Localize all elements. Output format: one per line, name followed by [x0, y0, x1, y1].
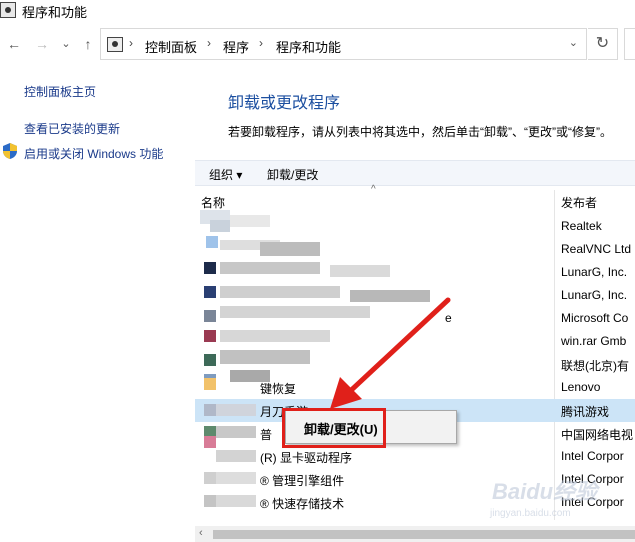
column-name[interactable]: 名称 — [201, 194, 225, 211]
program-publisher: Realtek — [561, 219, 602, 233]
forward-icon[interactable]: → — [34, 36, 50, 52]
program-publisher: win.rar Gmb — [561, 334, 627, 348]
program-publisher: LunarG, Inc. — [561, 265, 628, 279]
refresh-button[interactable]: ↻ — [588, 28, 618, 60]
watermark-text: Baidu经验 — [492, 479, 598, 504]
sort-ascending-icon: ^ — [371, 184, 376, 195]
control-panel-icon — [0, 2, 16, 18]
address-bar[interactable]: › 控制面板 › 程序 › 程序和功能 ⌄ — [100, 28, 587, 60]
breadcrumb-programs[interactable]: 程序 — [223, 37, 249, 56]
scrollbar-thumb[interactable] — [213, 530, 635, 539]
program-publisher: 腾讯游戏 — [561, 405, 610, 419]
breadcrumb-programs-features[interactable]: 程序和功能 — [276, 37, 341, 56]
program-publisher: LunarG, Inc. — [561, 288, 628, 302]
watermark-logo: Baidu经验 jingyan.baidu.com — [470, 470, 630, 530]
column-publisher[interactable]: 发布者 — [561, 194, 597, 211]
sidebar-item-control-panel-home[interactable]: 控制面板主页 — [24, 83, 96, 100]
program-publisher: RealVNC Ltd — [561, 242, 632, 256]
sidebar-item-windows-features[interactable]: 启用或关闭 Windows 功能 — [24, 145, 163, 162]
breadcrumb-separator: › — [207, 36, 211, 50]
breadcrumb-separator: › — [259, 36, 263, 50]
program-publisher: 联想(北京)有 — [561, 359, 629, 373]
back-icon[interactable]: ← — [6, 36, 22, 52]
organize-button[interactable]: 组织 ▾ — [209, 166, 242, 183]
shield-icon — [3, 143, 17, 159]
program-publisher: 中国网络电视 — [561, 428, 634, 442]
navigation-bar: ← → ⌄ ↑ › 控制面板 › 程序 › 程序和功能 ⌄ ↻ — [0, 28, 635, 62]
title-bar: 程序和功能 — [0, 0, 635, 22]
uninstall-change-button[interactable]: 卸载/更改 — [267, 166, 318, 183]
scroll-left-icon[interactable]: ‹ — [199, 527, 203, 539]
sidebar-item-installed-updates[interactable]: 查看已安装的更新 — [24, 120, 120, 137]
history-dropdown-icon[interactable]: ⌄ — [58, 36, 74, 52]
program-publisher: Intel Corpor — [561, 449, 624, 463]
up-icon[interactable]: ↑ — [80, 36, 96, 52]
toolbar: 组织 ▾ 卸载/更改 — [195, 160, 635, 186]
address-dropdown-icon[interactable]: ⌄ — [569, 36, 578, 49]
breadcrumb-separator: › — [129, 36, 133, 50]
annotation-arrow-icon — [330, 297, 451, 409]
search-box[interactable] — [624, 28, 635, 60]
control-panel-icon — [107, 37, 123, 52]
page-description: 若要卸载程序，请从列表中将其选中，然后单击“卸载”、“更改”或“修复”。 — [228, 125, 612, 139]
page-title: 卸载或更改程序 — [228, 95, 341, 112]
annotation-highlight-box — [282, 408, 386, 448]
program-publisher: Lenovo — [561, 380, 601, 394]
window-title: 程序和功能 — [22, 5, 88, 20]
breadcrumb-control-panel[interactable]: 控制面板 — [145, 37, 197, 56]
watermark-subtext: jingyan.baidu.com — [490, 508, 571, 519]
program-publisher: Microsoft Co — [561, 311, 629, 325]
